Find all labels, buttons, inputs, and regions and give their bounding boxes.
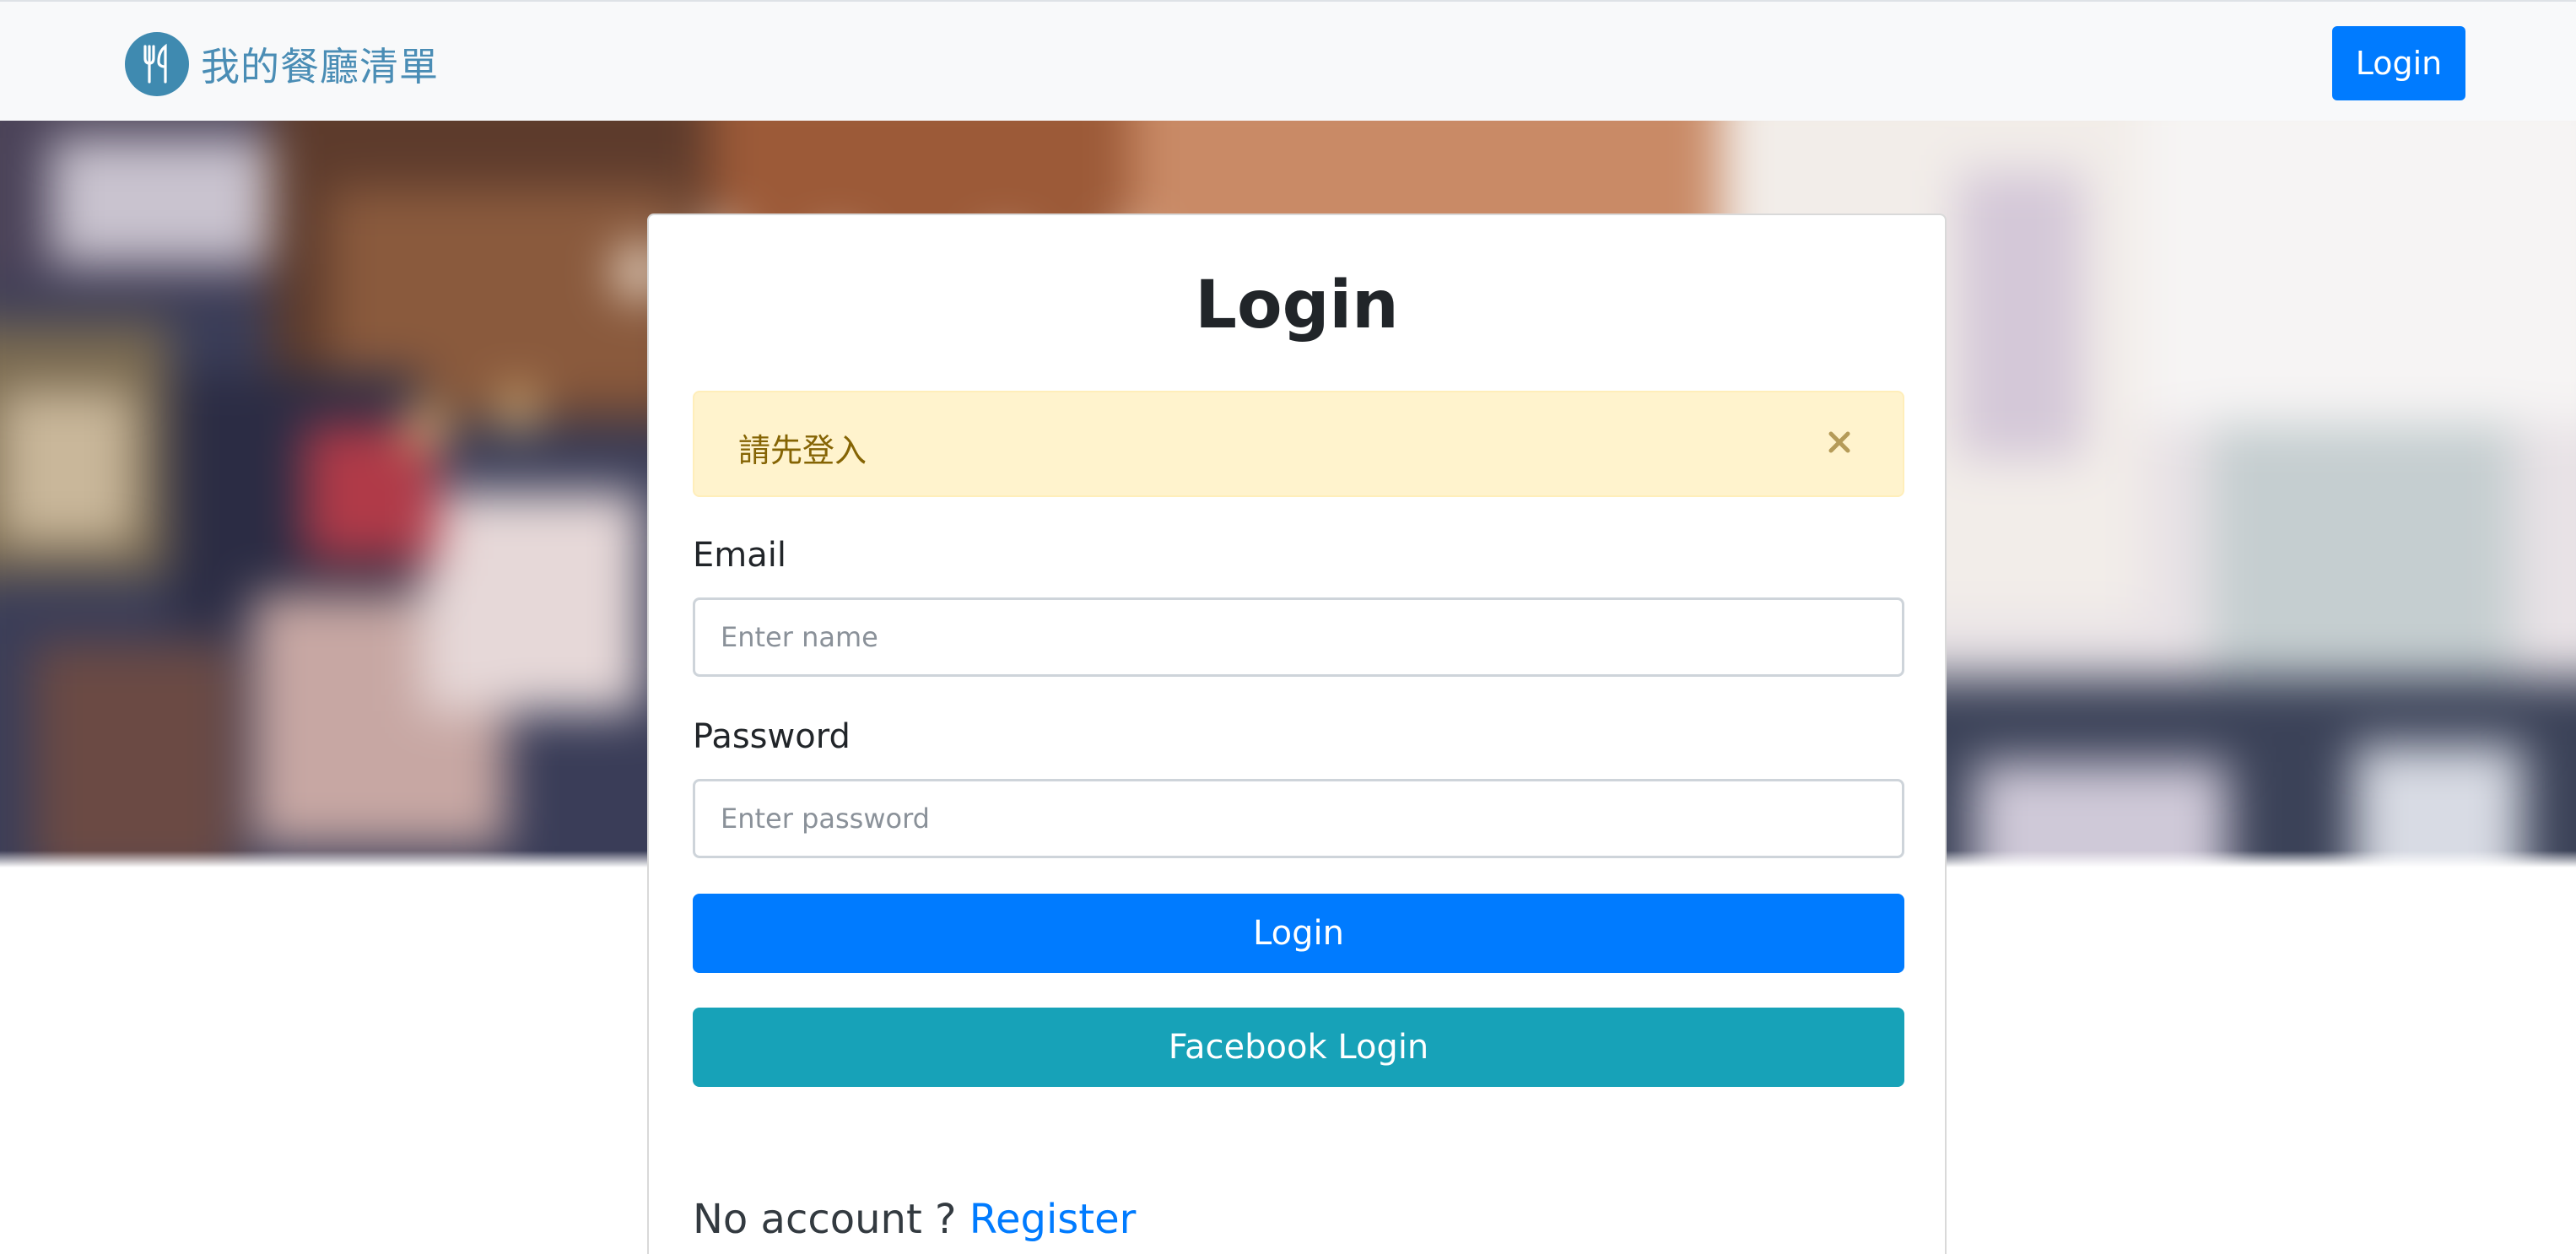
password-field[interactable] (693, 779, 1904, 858)
register-prompt: No account ? Register (693, 1196, 1136, 1243)
close-icon[interactable] (1818, 421, 1860, 463)
register-link[interactable]: Register (969, 1196, 1137, 1243)
brand-title: 我的餐廳清單 (201, 44, 439, 89)
login-card: Login 請先登入 Email Password Login Facebook… (647, 214, 1947, 1254)
page-title: Login (1195, 268, 1399, 343)
email-field[interactable] (693, 597, 1904, 677)
navbar: 我的餐廳清單 Login (0, 0, 2576, 121)
alert-message: 請先登入 (738, 432, 867, 469)
navbar-login-button[interactable]: Login (2332, 26, 2465, 100)
login-button[interactable]: Login (693, 894, 1904, 973)
facebook-login-button[interactable]: Facebook Login (693, 1008, 1904, 1087)
fork-knife-icon (125, 32, 189, 96)
page: 我的餐廳清單 Login Login 請先登入 Email Enter name… (0, 0, 2576, 1254)
email-label: Email (693, 536, 786, 575)
warning-alert: 請先登入 (693, 391, 1904, 497)
brand-link[interactable]: 我的餐廳清單 (125, 32, 439, 96)
no-account-text: No account ? (693, 1196, 969, 1243)
password-label: Password (693, 717, 851, 756)
